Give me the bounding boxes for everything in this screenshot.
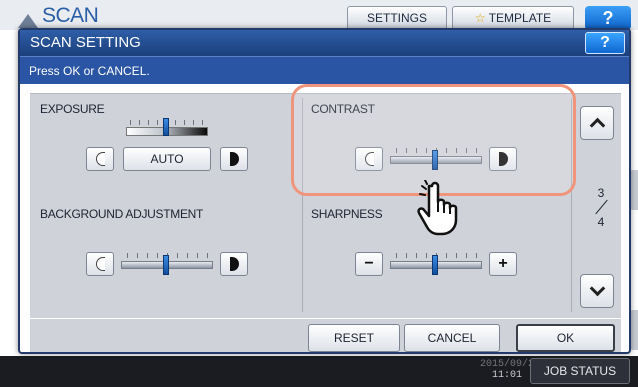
page-down-button[interactable] [580,274,614,308]
background-darker-button[interactable] [220,252,248,276]
exposure-scale [126,118,208,136]
background-help-button[interactable]: ? [585,6,631,30]
tab-settings-label: SETTINGS [366,11,427,25]
clock: 2015/09/20 11:01 [480,359,541,381]
lighter-icon [95,152,105,166]
dialog-help-button[interactable]: ? [585,32,625,54]
dialog-titlebar: SCAN SETTING ? [20,30,629,56]
background-adjustment-label: BACKGROUND ADJUSTMENT [40,207,204,221]
chevron-down-icon [589,280,605,297]
page-total: 4 [597,215,605,229]
tab-template-label: TEMPLATE [488,11,552,25]
exposure-lighter-button[interactable] [86,147,114,171]
scan-logo-icon [18,14,38,28]
pointing-hand-icon [417,180,458,236]
sharpness-slider[interactable] [390,249,482,277]
chevron-up-icon [589,117,605,134]
clock-date: 2015/09/20 [480,359,541,370]
side-tab [630,170,638,210]
exposure-darker-button[interactable] [220,147,248,171]
minus-icon: − [364,255,374,272]
ok-button[interactable]: OK [516,324,615,352]
job-status-button[interactable]: JOB STATUS [530,358,630,384]
sharpness-decrease-button[interactable]: − [355,252,383,276]
tab-settings[interactable]: SETTINGS [347,6,447,30]
page-separator [595,199,608,215]
dialog-message: Press OK or CANCEL. [20,56,629,84]
sharpness-increase-button[interactable]: + [489,252,517,276]
background-slider[interactable] [121,249,213,277]
clock-time: 11:01 [491,370,522,381]
reset-button[interactable]: RESET [308,324,400,352]
background-lighter-button[interactable] [86,252,114,276]
background-thumb[interactable] [163,255,169,275]
background-title: SCAN [42,4,99,27]
tab-template[interactable]: ☆ TEMPLATE [452,6,574,30]
page-current: 3 [597,186,605,200]
exposure-thumb[interactable] [163,118,169,136]
dialog-title: SCAN SETTING [30,34,141,51]
lighter-icon [95,257,105,271]
plus-icon: + [498,255,508,272]
star-icon: ☆ [474,11,486,25]
sharpness-thumb[interactable] [432,255,438,275]
side-tab [630,310,638,350]
darker-icon [229,257,239,271]
exposure-label: EXPOSURE [40,102,105,116]
sharpness-label: SHARPNESS [311,207,383,221]
page-up-button[interactable] [580,106,614,140]
darker-icon [229,152,239,166]
exposure-auto-button[interactable]: AUTO [123,147,211,171]
cancel-button[interactable]: CANCEL [404,324,500,352]
dialog-action-bar: RESET CANCEL OK [30,318,621,352]
